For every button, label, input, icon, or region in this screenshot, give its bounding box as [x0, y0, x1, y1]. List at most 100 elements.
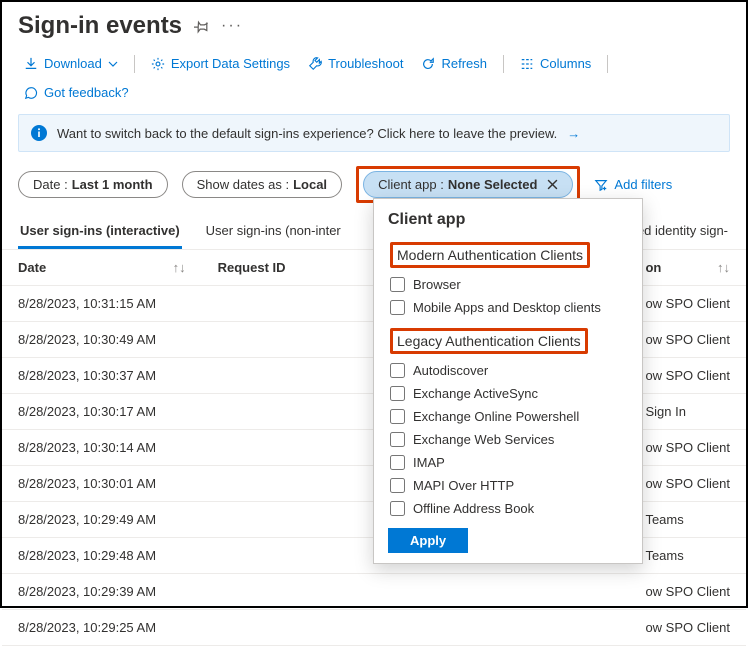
column-header-request[interactable]: Request ID [202, 250, 371, 286]
option-label: Browser [413, 277, 461, 292]
cell-request [202, 358, 371, 394]
cell-date: 8/28/2023, 10:31:15 AM [2, 286, 202, 322]
cell-request [202, 502, 371, 538]
apply-button[interactable]: Apply [388, 528, 468, 553]
preview-banner: Want to switch back to the default sign-… [18, 114, 730, 152]
dropdown-option[interactable]: Offline Address Book [388, 497, 626, 520]
columns-button[interactable]: Columns [514, 52, 597, 75]
dropdown-option[interactable]: Browser [388, 273, 626, 296]
add-filter-icon [594, 178, 608, 192]
cell-app-tail: ow SPO Client [637, 430, 746, 466]
cell-date: 8/28/2023, 10:29:48 AM [2, 538, 202, 574]
cell-app-tail: ow SPO Client [637, 358, 746, 394]
columns-label: Columns [540, 56, 591, 71]
close-icon[interactable] [547, 179, 558, 190]
column-header-app-tail[interactable]: on ↑↓ [637, 250, 746, 286]
filter-pill-date[interactable]: Date : Last 1 month [18, 171, 168, 198]
tab-noninteractive[interactable]: User sign-ins (non-inter [204, 217, 343, 249]
dropdown-option[interactable]: MAPI Over HTTP [388, 474, 626, 497]
cell-app-tail: Teams [637, 538, 746, 574]
cell-hidden [370, 610, 637, 646]
wrench-icon [308, 57, 322, 71]
option-checkbox[interactable] [390, 363, 405, 378]
columns-icon [520, 57, 534, 71]
feedback-button[interactable]: Got feedback? [18, 81, 135, 104]
option-checkbox[interactable] [390, 277, 405, 292]
cell-app-tail: ow SPO Client [637, 574, 746, 610]
sort-icon[interactable]: ↑↓ [717, 260, 730, 275]
separator [134, 55, 135, 73]
filter-pill-showdates[interactable]: Show dates as : Local [182, 171, 342, 198]
command-bar: Download Export Data Settings Troublesho… [2, 46, 746, 114]
dropdown-scroll[interactable]: Modern Authentication Clients Browser Mob… [388, 237, 636, 520]
dropdown-title: Client app [388, 211, 636, 229]
option-checkbox[interactable] [390, 501, 405, 516]
cell-request [202, 322, 371, 358]
clientapp-dropdown: Client app Modern Authentication Clients… [373, 198, 643, 564]
cell-request [202, 466, 371, 502]
column-header-date[interactable]: Date ↑↓ [2, 250, 202, 286]
option-checkbox[interactable] [390, 300, 405, 315]
separator [503, 55, 504, 73]
sort-icon[interactable]: ↑↓ [173, 260, 186, 275]
table-row[interactable]: 8/28/2023, 10:29:25 AM ow SPO Client [2, 610, 746, 646]
option-checkbox[interactable] [390, 478, 405, 493]
download-label: Download [44, 56, 102, 71]
tab-interactive[interactable]: User sign-ins (interactive) [18, 217, 182, 249]
cell-date: 8/28/2023, 10:29:25 AM [2, 610, 202, 646]
cell-request [202, 394, 371, 430]
dropdown-option[interactable]: Mobile Apps and Desktop clients [388, 296, 626, 319]
info-icon [31, 125, 47, 141]
dropdown-option[interactable]: Autodiscover [388, 359, 626, 382]
option-label: Exchange ActiveSync [413, 386, 538, 401]
cell-request [202, 286, 371, 322]
group-legacy-label: Legacy Authentication Clients [390, 328, 588, 354]
option-checkbox[interactable] [390, 432, 405, 447]
cell-app-tail: Sign In [637, 394, 746, 430]
cell-date: 8/28/2023, 10:30:17 AM [2, 394, 202, 430]
export-settings-button[interactable]: Export Data Settings [145, 52, 296, 75]
feedback-icon [24, 86, 38, 100]
cell-date: 8/28/2023, 10:30:14 AM [2, 430, 202, 466]
cell-date: 8/28/2023, 10:30:01 AM [2, 466, 202, 502]
download-button[interactable]: Download [18, 52, 124, 75]
cell-app-tail: ow SPO Client [637, 610, 746, 646]
cell-app-tail: ow SPO Client [637, 286, 746, 322]
option-checkbox[interactable] [390, 409, 405, 424]
filter-date-value: Last 1 month [72, 177, 153, 192]
banner-text: Want to switch back to the default sign-… [57, 126, 557, 141]
dropdown-option[interactable]: IMAP [388, 451, 626, 474]
cell-request [202, 610, 371, 646]
option-checkbox[interactable] [390, 455, 405, 470]
filter-date-label: Date : [33, 177, 68, 192]
group-modern-label: Modern Authentication Clients [390, 242, 590, 268]
option-label: IMAP [413, 455, 445, 470]
cell-date: 8/28/2023, 10:30:37 AM [2, 358, 202, 394]
highlight-legacy-group: Legacy Authentication Clients [388, 325, 626, 357]
cell-date: 8/28/2023, 10:30:49 AM [2, 322, 202, 358]
dropdown-option[interactable]: Exchange Web Services [388, 428, 626, 451]
export-label: Export Data Settings [171, 56, 290, 71]
highlight-modern-group: Modern Authentication Clients [388, 239, 626, 271]
table-row[interactable]: 8/28/2023, 10:29:39 AMow SPO Client [2, 574, 746, 610]
tab-managed-identity[interactable]: ged identity sign- [628, 217, 730, 249]
option-label: Offline Address Book [413, 501, 534, 516]
dropdown-option[interactable]: Exchange Online Powershell [388, 405, 626, 428]
troubleshoot-label: Troubleshoot [328, 56, 403, 71]
refresh-icon [421, 57, 435, 71]
cell-request [202, 430, 371, 466]
banner-arrow-link[interactable]: → [567, 126, 580, 141]
option-checkbox[interactable] [390, 386, 405, 401]
dropdown-option[interactable]: Exchange ActiveSync [388, 382, 626, 405]
cell-request [202, 574, 371, 610]
pin-icon[interactable] [194, 19, 209, 34]
chevron-down-icon [108, 59, 118, 69]
option-label: MAPI Over HTTP [413, 478, 514, 493]
more-icon[interactable]: ··· [221, 17, 243, 35]
separator [607, 55, 608, 73]
add-filters-button[interactable]: Add filters [594, 177, 672, 192]
filter-clientapp-label: Client app : [378, 177, 444, 192]
filter-pill-clientapp[interactable]: Client app : None Selected [363, 171, 573, 198]
refresh-button[interactable]: Refresh [415, 52, 493, 75]
troubleshoot-button[interactable]: Troubleshoot [302, 52, 409, 75]
